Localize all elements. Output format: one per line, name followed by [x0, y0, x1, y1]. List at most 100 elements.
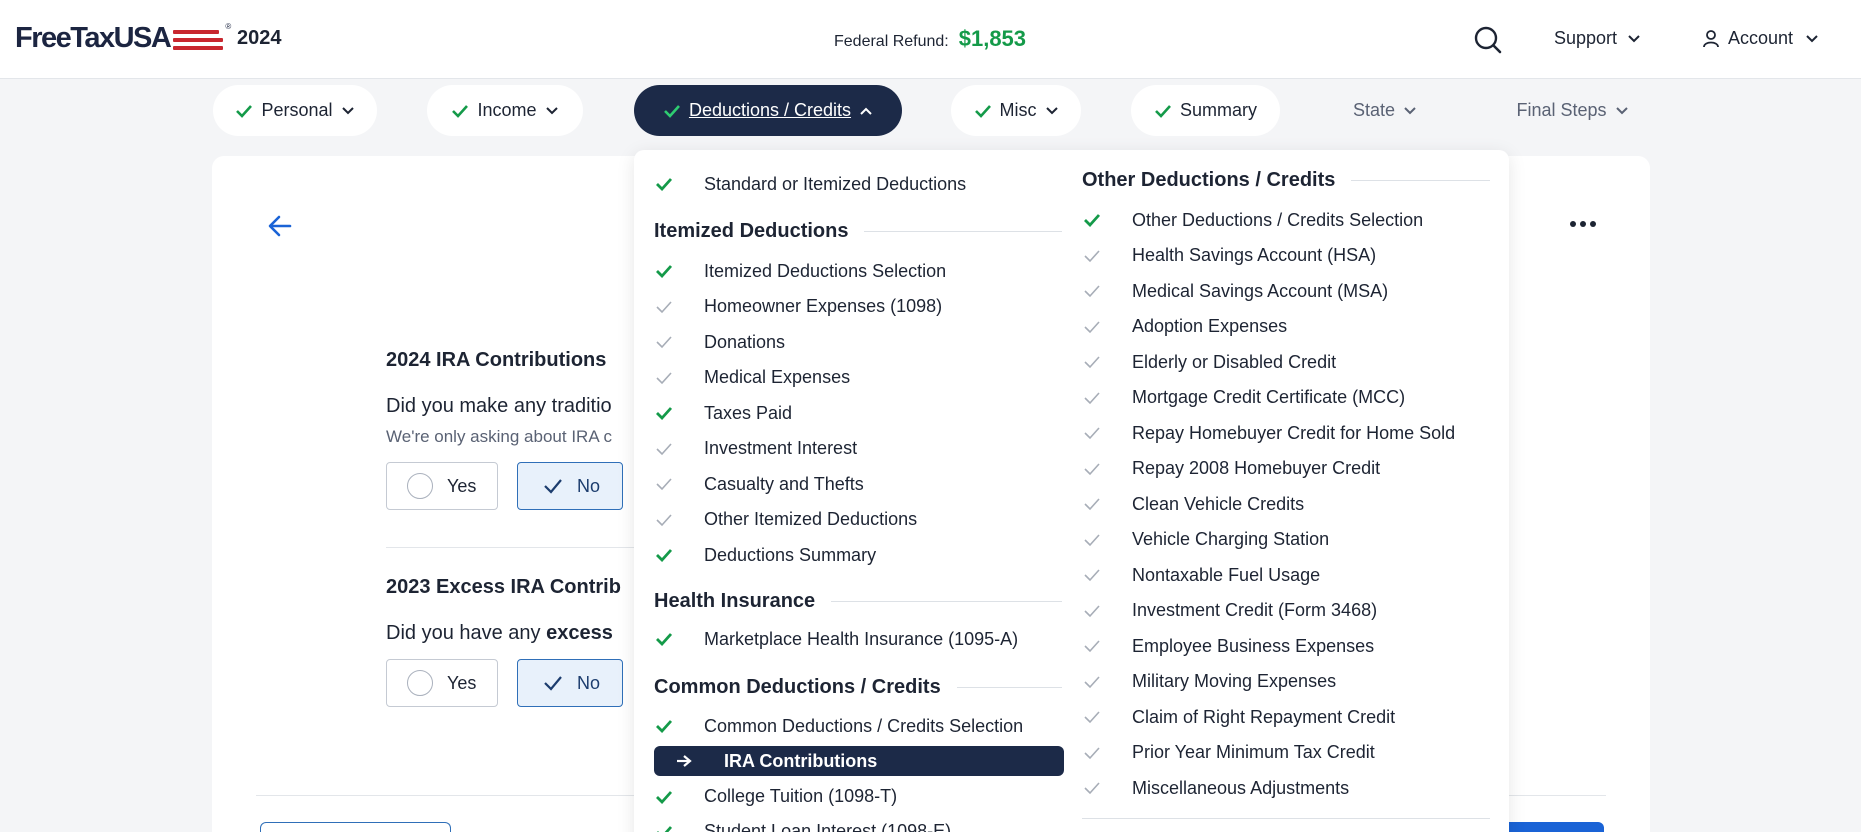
- menu-item[interactable]: Miscellaneous Adjustments: [1062, 773, 1502, 803]
- answer-yes-button[interactable]: Yes: [386, 659, 498, 707]
- progress-nav: Personal Income Deductions / Credits Mis…: [0, 85, 1861, 137]
- menu-item-label: Vehicle Charging Station: [1132, 529, 1330, 549]
- menu-item-label: Adoption Expenses: [1132, 316, 1288, 336]
- tab-label: Personal: [261, 100, 333, 120]
- answer-label: Yes: [447, 672, 477, 693]
- menu-item[interactable]: Prior Year Minimum Tax Credit: [1062, 738, 1502, 768]
- answer-no-button[interactable]: No: [517, 659, 623, 707]
- logo[interactable]: FreeTaxUSA ®: [15, 22, 231, 55]
- menu-item[interactable]: Mortgage Credit Certificate (MCC): [1062, 383, 1502, 413]
- tab-label: Summary: [1179, 100, 1257, 120]
- menu-item[interactable]: Health Savings Account (HSA): [1062, 241, 1502, 271]
- menu-item[interactable]: Military Moving Expenses: [1062, 667, 1502, 697]
- menu-item[interactable]: Investment Credit (Form 3468): [1062, 596, 1502, 626]
- menu-item[interactable]: Casualty and Thefts: [634, 469, 1064, 499]
- menu-item[interactable]: Marketplace Health Insurance (1095-A): [634, 624, 1064, 654]
- menu-item-label: Homeowner Expenses (1098): [704, 296, 943, 316]
- check-icon: [664, 104, 680, 118]
- check-icon: [654, 406, 674, 420]
- check-icon: [654, 177, 674, 191]
- check-outline-icon: [1082, 320, 1102, 334]
- answer-no-button[interactable]: No: [517, 462, 623, 510]
- menu-item[interactable]: Adoption Expenses: [1062, 312, 1502, 342]
- menu-item-label: Claim of Right Repayment Credit: [1132, 706, 1396, 727]
- menu-item-label: Deductions Summary: [704, 544, 877, 565]
- menu-item-label: Prior Year Minimum Tax Credit: [1132, 742, 1375, 762]
- tab-deductions-credits[interactable]: Deductions / Credits: [634, 85, 902, 136]
- menu-item[interactable]: Investment Interest: [634, 434, 1064, 464]
- chevron-down-icon: [1806, 34, 1818, 42]
- menu-item[interactable]: IRA Contributions: [654, 746, 1064, 777]
- check-outline-icon: [654, 513, 674, 527]
- answer-label: No: [577, 475, 601, 496]
- logo-text: FreeTaxUSA: [15, 22, 172, 54]
- radio-circle-icon: [407, 670, 433, 696]
- menu-item[interactable]: Repay Homebuyer Credit for Home Sold: [1062, 418, 1502, 448]
- back-arrow-icon[interactable]: [264, 210, 296, 242]
- menu-item[interactable]: Elderly or Disabled Credit: [1062, 347, 1502, 377]
- menu-item[interactable]: Repay 2008 Homebuyer Credit: [1062, 454, 1502, 484]
- menu-item[interactable]: Other Itemized Deductions: [634, 505, 1064, 535]
- menu-item[interactable]: Vehicle Charging Station: [1062, 525, 1502, 555]
- menu-item-label: Repay 2008 Homebuyer Credit: [1132, 458, 1381, 478]
- check-outline-icon: [1082, 746, 1102, 760]
- question-hint: We're only asking about IRA c: [386, 427, 612, 446]
- question-text: Did you have any: [386, 622, 547, 644]
- menu-item[interactable]: Nontaxable Fuel Usage: [1062, 560, 1502, 590]
- menu-item-label: Medical Savings Account (MSA): [1132, 280, 1389, 301]
- menu-item-label: Student Loan Interest (1098-E): [704, 821, 952, 832]
- check-outline-icon: [654, 300, 674, 314]
- menu-item[interactable]: Itemized Deductions Selection: [634, 256, 1064, 286]
- section-heading-health: Health Insurance: [654, 590, 1062, 613]
- support-menu-button[interactable]: Support: [1554, 28, 1641, 49]
- more-horizontal-icon[interactable]: [1569, 214, 1597, 234]
- deductions-credits-dropdown: Standard or Itemized Deductions Itemized…: [634, 150, 1509, 832]
- account-menu-button[interactable]: Account: [1702, 28, 1819, 49]
- logo-registered-mark: ®: [225, 22, 232, 31]
- menu-item-label: Investment Interest: [704, 438, 858, 458]
- question-emphasis: excess: [546, 622, 613, 644]
- menu-item[interactable]: Medical Expenses: [634, 363, 1064, 393]
- check-outline-icon: [654, 477, 674, 491]
- check-outline-icon: [1082, 710, 1102, 724]
- tab-final-steps[interactable]: Final Steps: [1500, 85, 1645, 136]
- secondary-button[interactable]: [260, 822, 451, 832]
- tab-state[interactable]: State: [1330, 85, 1440, 136]
- menu-item-label: Employee Business Expenses: [1132, 635, 1375, 656]
- check-outline-icon: [1082, 355, 1102, 369]
- menu-item-label: IRA Contributions: [724, 750, 878, 771]
- menu-item-standard-or-itemized[interactable]: Standard or Itemized Deductions: [654, 169, 1054, 199]
- tab-summary[interactable]: Summary: [1131, 85, 1280, 136]
- tab-misc[interactable]: Misc: [951, 85, 1081, 136]
- search-icon[interactable]: [1473, 25, 1503, 55]
- answer-label: No: [577, 672, 601, 693]
- menu-item[interactable]: Student Loan Interest (1098-E): [634, 817, 1064, 832]
- menu-item-label: Mortgage Credit Certificate (MCC): [1132, 387, 1406, 407]
- check-icon: [654, 825, 674, 832]
- menu-item-label: Repay Homebuyer Credit for Home Sold: [1132, 422, 1456, 443]
- check-icon: [654, 790, 674, 804]
- tab-income[interactable]: Income: [427, 85, 583, 136]
- check-icon: [544, 676, 562, 691]
- menu-item[interactable]: Medical Savings Account (MSA): [1062, 276, 1502, 306]
- tab-personal[interactable]: Personal: [213, 85, 377, 136]
- menu-item-label: Taxes Paid: [704, 402, 793, 423]
- menu-item[interactable]: Other Deductions / Credits Selection: [1062, 205, 1502, 235]
- menu-item-label: Standard or Itemized Deductions: [704, 173, 967, 194]
- menu-item[interactable]: Deductions Summary: [634, 540, 1064, 570]
- menu-item[interactable]: College Tuition (1098-T): [634, 782, 1064, 812]
- menu-item[interactable]: Taxes Paid: [634, 398, 1064, 428]
- tab-label: Income: [477, 100, 537, 120]
- menu-item[interactable]: Common Deductions / Credits Selection: [634, 711, 1064, 741]
- menu-item[interactable]: Homeowner Expenses (1098): [634, 292, 1064, 322]
- menu-item[interactable]: Employee Business Expenses: [1062, 631, 1502, 661]
- refund-amount: $1,853: [958, 26, 1027, 51]
- check-icon: [544, 479, 562, 494]
- answer-yes-button[interactable]: Yes: [386, 462, 498, 510]
- menu-item[interactable]: Donations: [634, 327, 1064, 357]
- menu-item[interactable]: Claim of Right Repayment Credit: [1062, 702, 1502, 732]
- chevron-down-icon: [1628, 34, 1640, 42]
- chevron-down-icon: [545, 106, 558, 114]
- account-label: Account: [1728, 28, 1794, 48]
- menu-item[interactable]: Clean Vehicle Credits: [1062, 489, 1502, 519]
